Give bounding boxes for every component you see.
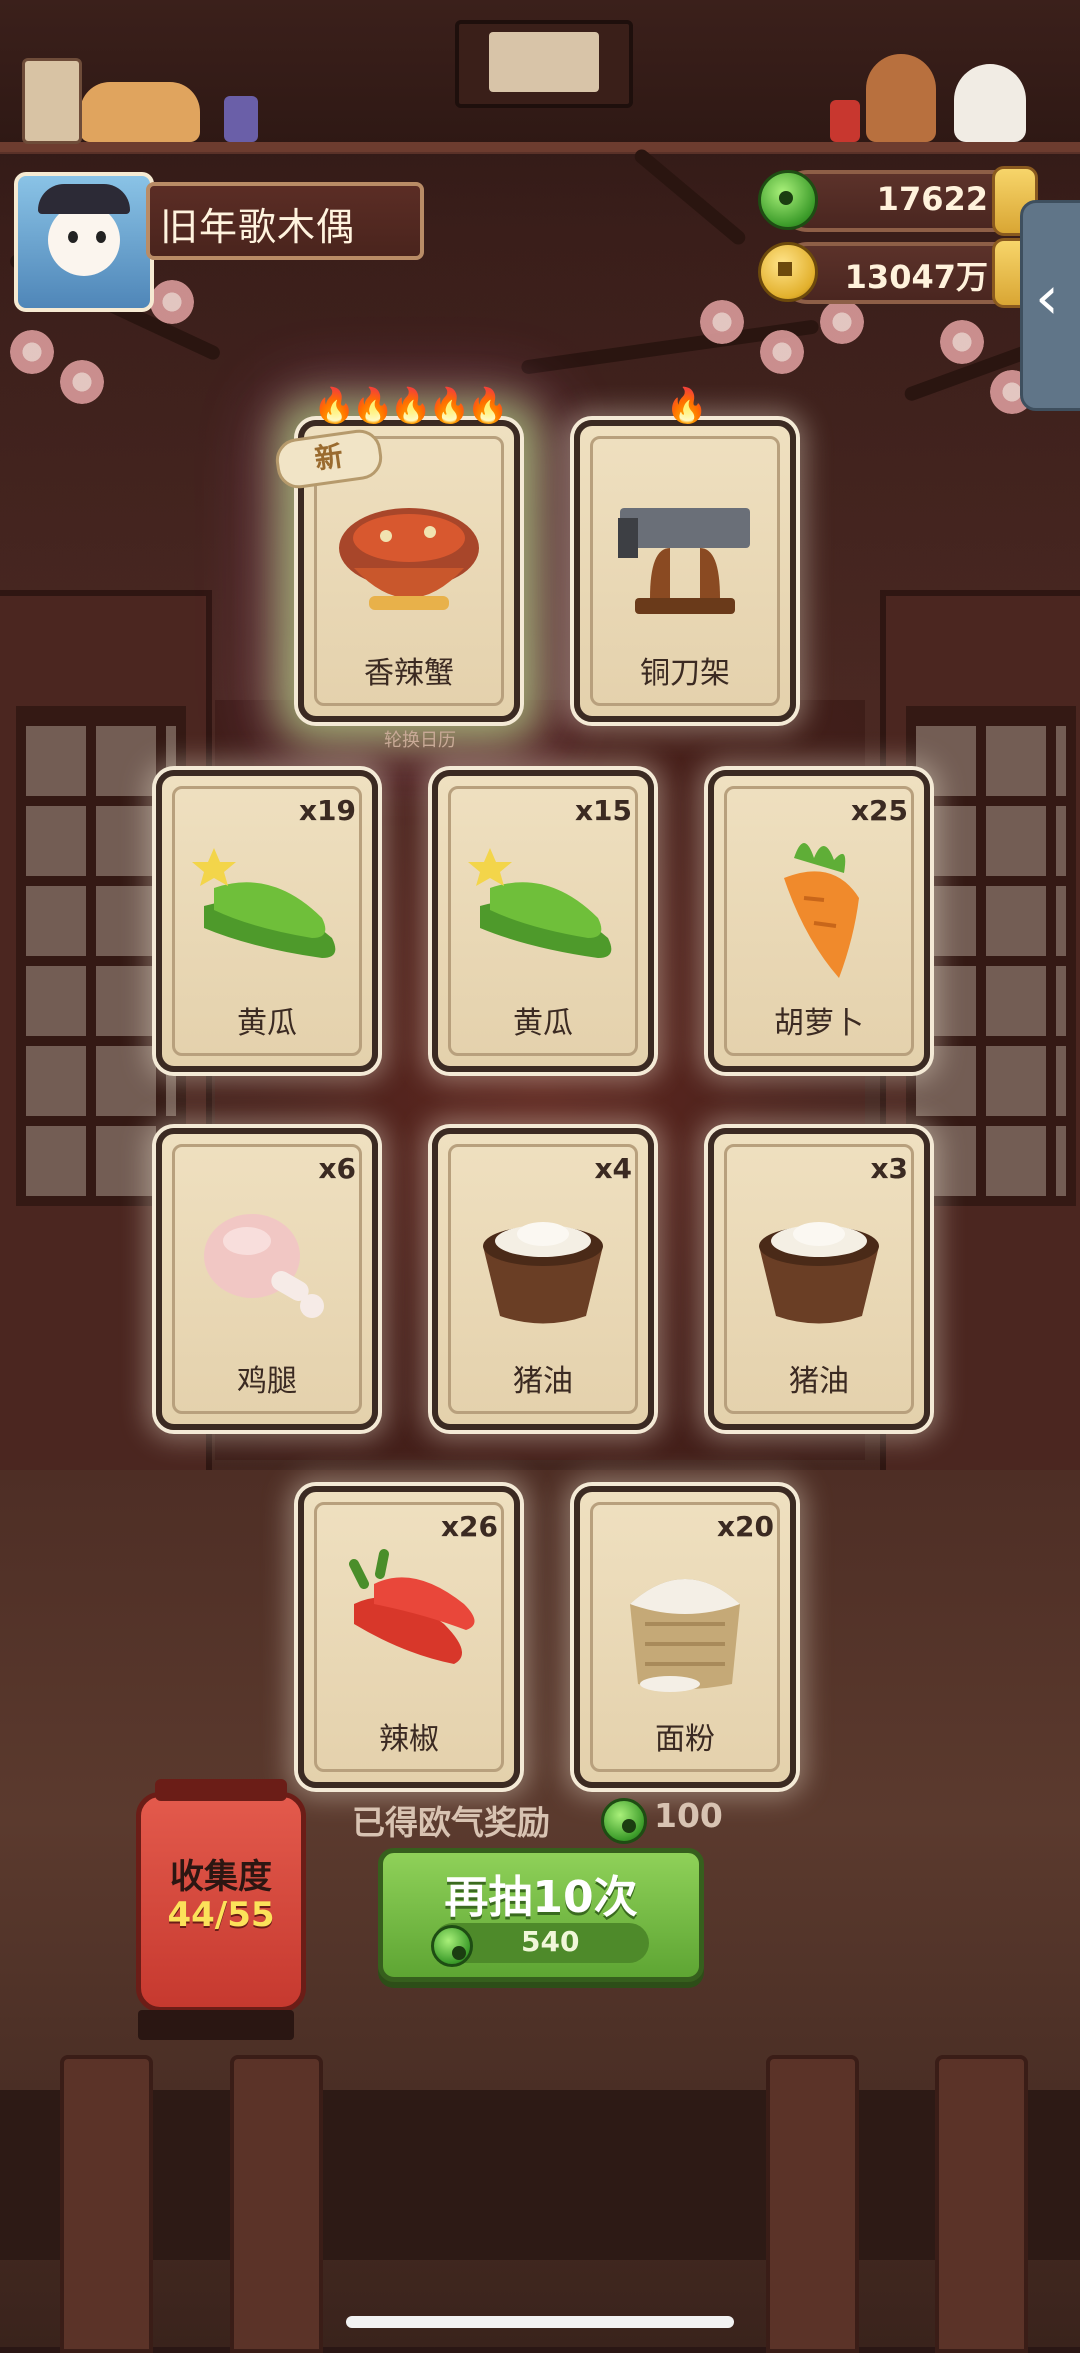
flame-rating-icon: 🔥 [665,386,708,426]
draw-cost-value: 540 [521,1925,580,1958]
right-wall-panel [880,590,1080,1602]
shelf-edge [0,142,1080,152]
item-count: x26 [440,1510,498,1543]
card-item[interactable]: x25 胡萝卜 [708,770,930,1072]
item-count: x19 [298,794,356,827]
draw-again-button[interactable]: 再抽10次 540 [378,1848,704,1982]
luck-reward-value: 100 [654,1796,723,1835]
fence-post [230,2055,323,2353]
card-label: 黄瓜 [237,1006,297,1041]
jade-coin-icon [431,1925,473,1967]
left-wall-panel [0,590,212,1602]
jar-icon [224,96,258,142]
card-label: 香辣蟹 [364,656,454,691]
white-cat-figurine-icon [954,64,1026,142]
jade-coin-icon [758,170,818,230]
card-featured-2[interactable]: 🔥 铜刀架 [574,386,796,722]
cucumber-icon [192,848,336,958]
luck-reward-label: 已得欧气奖励 [352,1803,550,1842]
card-label: 辣椒 [379,1722,439,1757]
card-label: 鸡腿 [237,1364,297,1399]
card-item[interactable]: x4 猪油 [432,1128,654,1430]
player-name-plate: 旧年歌木偶 [146,182,424,260]
chef-figurine-icon [866,54,936,142]
gold-coin-icon [758,242,818,302]
carrot-icon [784,843,859,978]
jade-coin-icon [601,1798,647,1844]
lantern-stand [138,2010,294,2040]
collection-progress: 44/55 [167,1895,275,1935]
card-label: 胡萝卜 [774,1006,864,1041]
flame-rating-icon: 🔥🔥🔥🔥🔥 [313,386,509,426]
card-label: 面粉 [655,1722,715,1757]
fence-post [60,2055,153,2353]
player-avatar[interactable] [14,172,154,312]
jar-icon [830,100,860,142]
item-count: x3 [870,1152,908,1185]
cucumber-icon [468,848,612,958]
jade-currency-value: 17622 [876,180,988,218]
collection-lantern-button[interactable]: 收集度 44/55 [136,1779,306,2031]
floor-strip [0,2090,1080,2260]
item-count: x4 [594,1152,632,1185]
chili-pepper-icon [349,1549,475,1664]
gold-currency-value: 13047万 [844,258,988,296]
lard-icon [483,1222,603,1324]
card-item[interactable]: x20 面粉 [574,1486,796,1788]
chicken-leg-icon [204,1214,324,1318]
rotation-calendar-caption: 轮换日历 [384,730,456,751]
flour-sack-icon [630,1579,740,1692]
home-indicator[interactable] [346,2316,734,2328]
player-name: 旧年歌木偶 [160,205,356,249]
card-item[interactable]: x15 黄瓜 [432,770,654,1072]
fence-post [766,2055,859,2353]
card-label: 黄瓜 [513,1006,573,1041]
item-count: x25 [850,794,908,827]
fence-post [935,2055,1028,2353]
top-shelf-bar [0,0,1080,154]
copper-knife-rack-icon [618,508,750,614]
hanging-scroll-decoration [455,20,633,108]
chevron-left-icon: ‹ [1035,263,1059,333]
card-featured-1[interactable]: 🔥🔥🔥🔥🔥 新 香辣蟹 [273,386,520,722]
card-item[interactable]: x26 辣椒 [298,1486,520,1788]
storage-box-icon [22,58,82,144]
item-count: x15 [574,794,632,827]
draw-again-label: 再抽10次 [444,1872,638,1923]
collection-label: 收集度 [170,1857,272,1897]
card-label: 猪油 [513,1364,573,1399]
card-label: 猪油 [789,1364,849,1399]
item-count: x6 [318,1152,356,1185]
cat-figurine-icon [80,82,200,142]
spicy-crab-icon [339,508,479,610]
lard-icon [759,1222,879,1324]
card-label: 铜刀架 [640,656,730,691]
side-drawer-tab[interactable]: ‹ [1020,200,1080,411]
item-count: x20 [716,1510,774,1543]
hat-icon [38,184,130,214]
card-item[interactable]: x3 猪油 [708,1128,930,1430]
card-item[interactable]: x6 鸡腿 [156,1128,378,1430]
card-item[interactable]: x19 黄瓜 [156,770,378,1072]
